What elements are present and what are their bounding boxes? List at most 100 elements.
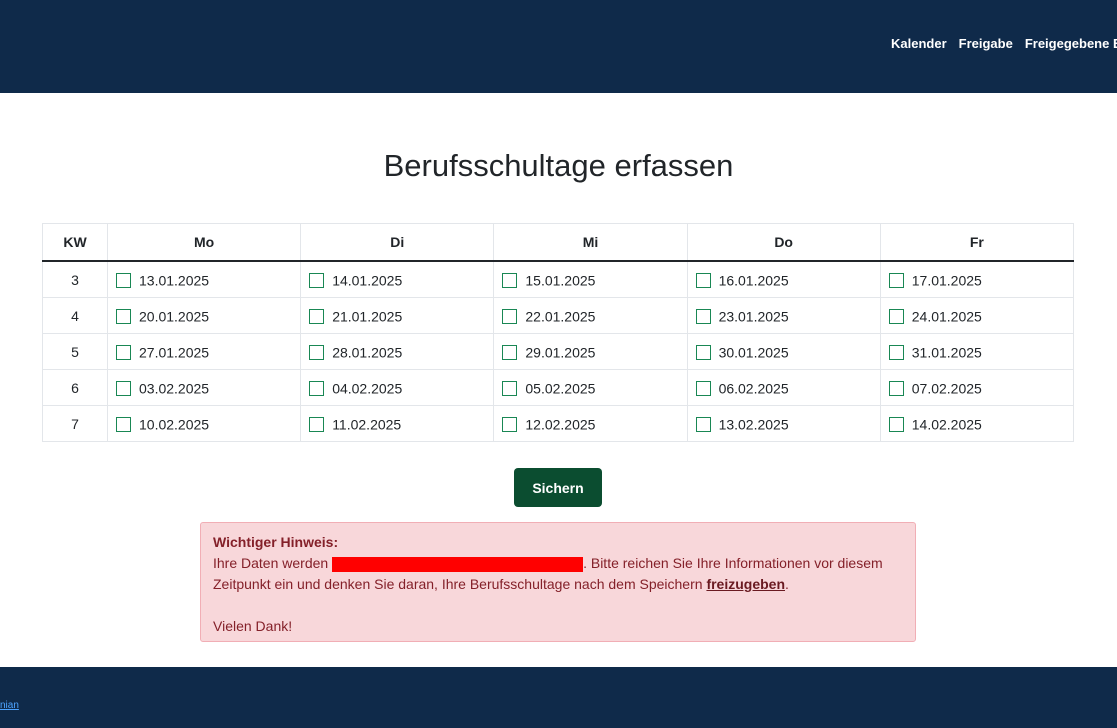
kw-cell: 3 <box>42 260 108 298</box>
date-label: 13.01.2025 <box>139 272 210 289</box>
table-header-row: KW Mo Di Mi Do Fr <box>42 223 1075 262</box>
important-notice: Wichtiger Hinweis: Ihre Daten werden . B… <box>200 522 916 642</box>
table-row: 7 10.02.2025 11.02.2025 12.02.2025 13.02.202… <box>42 405 1075 442</box>
day-checkbox[interactable] <box>888 308 904 324</box>
day-checkbox[interactable] <box>116 308 131 324</box>
date-label: 30.01.2025 <box>718 344 789 361</box>
day-cell-di: 28.01.2025 <box>300 333 495 370</box>
day-checkbox[interactable] <box>695 308 711 324</box>
footer-link[interactable]: nian <box>0 700 19 711</box>
date-label: 29.01.2025 <box>525 344 596 361</box>
day-checkbox[interactable] <box>888 272 904 288</box>
nav-freigabe[interactable]: Freigabe <box>959 36 1013 51</box>
day-cell-mo: 03.02.2025 <box>106 369 302 406</box>
header-mo: Mo <box>106 223 302 262</box>
day-cell-mo: 10.02.2025 <box>106 405 302 442</box>
day-checkbox[interactable] <box>502 272 518 288</box>
day-cell-fr: 14.02.2025 <box>879 405 1075 442</box>
header-di: Di <box>300 223 495 262</box>
day-cell-di: 04.02.2025 <box>300 369 495 406</box>
day-checkbox[interactable] <box>695 344 711 360</box>
day-checkbox[interactable] <box>309 380 325 396</box>
day-cell-di: 11.02.2025 <box>300 405 495 442</box>
day-checkbox[interactable] <box>309 344 325 360</box>
day-checkbox[interactable] <box>695 416 711 432</box>
day-checkbox[interactable] <box>888 380 904 396</box>
notice-thanks: Vielen Dank! <box>213 618 293 634</box>
date-label: 23.01.2025 <box>718 308 789 325</box>
date-label: 31.01.2025 <box>911 344 982 361</box>
date-label: 06.02.2025 <box>718 380 789 397</box>
date-label: 21.01.2025 <box>332 308 403 325</box>
header-fr: Fr <box>879 223 1075 262</box>
day-cell-di: 14.01.2025 <box>300 260 495 298</box>
date-label: 03.02.2025 <box>139 380 210 397</box>
day-checkbox[interactable] <box>502 344 518 360</box>
day-cell-fr: 17.01.2025 <box>879 260 1075 298</box>
date-label: 14.02.2025 <box>911 416 982 433</box>
date-label: 14.01.2025 <box>332 272 403 289</box>
day-cell-do: 16.01.2025 <box>686 260 881 298</box>
date-label: 10.02.2025 <box>139 416 210 433</box>
date-label: 07.02.2025 <box>911 380 982 397</box>
day-checkbox[interactable] <box>309 416 325 432</box>
release-link[interactable]: freizugeben <box>706 576 785 592</box>
day-checkbox[interactable] <box>695 272 711 288</box>
date-label: 22.01.2025 <box>525 308 596 325</box>
date-label: 11.02.2025 <box>332 416 402 433</box>
day-checkbox[interactable] <box>116 416 131 432</box>
footer: nian <box>0 667 1117 728</box>
day-checkbox[interactable] <box>888 344 904 360</box>
top-navbar: Kalender Freigabe Freigegebene Einträge <box>0 0 1117 93</box>
day-cell-di: 21.01.2025 <box>300 297 495 334</box>
date-label: 27.01.2025 <box>139 344 210 361</box>
notice-text-end: . <box>785 576 789 592</box>
day-cell-mo: 13.01.2025 <box>106 260 302 298</box>
day-cell-fr: 31.01.2025 <box>879 333 1075 370</box>
table-row: 4 20.01.2025 21.01.2025 22.01.2025 23.01.202… <box>42 297 1075 334</box>
day-checkbox[interactable] <box>695 380 711 396</box>
day-cell-do: 06.02.2025 <box>686 369 881 406</box>
kw-cell: 5 <box>42 333 108 370</box>
day-cell-fr: 07.02.2025 <box>879 369 1075 406</box>
kw-cell: 6 <box>42 369 108 406</box>
date-label: 04.02.2025 <box>332 380 403 397</box>
kw-cell: 4 <box>42 297 108 334</box>
header-do: Do <box>686 223 881 262</box>
date-label: 17.01.2025 <box>911 272 982 289</box>
header-mi: Mi <box>493 223 688 262</box>
save-button[interactable]: Sichern <box>514 468 602 507</box>
notice-heading: Wichtiger Hinweis: <box>213 534 339 550</box>
day-cell-mi: 22.01.2025 <box>493 297 688 334</box>
main-nav: Kalender Freigabe Freigegebene Einträge <box>891 35 1117 53</box>
date-label: 12.02.2025 <box>525 416 596 433</box>
day-checkbox[interactable] <box>116 344 131 360</box>
day-checkbox[interactable] <box>502 380 518 396</box>
notice-text-before: Ihre Daten werden <box>213 555 333 571</box>
day-cell-fr: 24.01.2025 <box>879 297 1075 334</box>
day-cell-do: 23.01.2025 <box>686 297 881 334</box>
day-cell-do: 30.01.2025 <box>686 333 881 370</box>
day-checkbox[interactable] <box>309 272 325 288</box>
day-checkbox[interactable] <box>502 416 518 432</box>
date-label: 28.01.2025 <box>332 344 403 361</box>
date-label: 24.01.2025 <box>911 308 982 325</box>
table-row: 3 13.01.2025 14.01.2025 15.01.2025 16.01.202… <box>42 260 1075 298</box>
day-checkbox[interactable] <box>502 308 518 324</box>
redacted-date <box>332 556 584 572</box>
nav-freigegebene-eintraege[interactable]: Freigegebene Einträge <box>1025 36 1117 51</box>
day-checkbox[interactable] <box>309 308 325 324</box>
day-cell-mi: 12.02.2025 <box>493 405 688 442</box>
table-row: 6 03.02.2025 04.02.2025 05.02.2025 06.02.202… <box>42 369 1075 406</box>
day-checkbox[interactable] <box>116 380 131 396</box>
day-cell-mi: 29.01.2025 <box>493 333 688 370</box>
day-checkbox[interactable] <box>888 416 904 432</box>
date-label: 20.01.2025 <box>139 308 210 325</box>
nav-kalender[interactable]: Kalender <box>891 36 947 51</box>
kw-cell: 7 <box>42 405 108 442</box>
day-cell-mi: 05.02.2025 <box>493 369 688 406</box>
date-label: 13.02.2025 <box>718 416 789 433</box>
day-checkbox[interactable] <box>116 272 131 288</box>
day-cell-mi: 15.01.2025 <box>493 260 688 298</box>
page-title: Berufsschultage erfassen <box>383 148 734 183</box>
